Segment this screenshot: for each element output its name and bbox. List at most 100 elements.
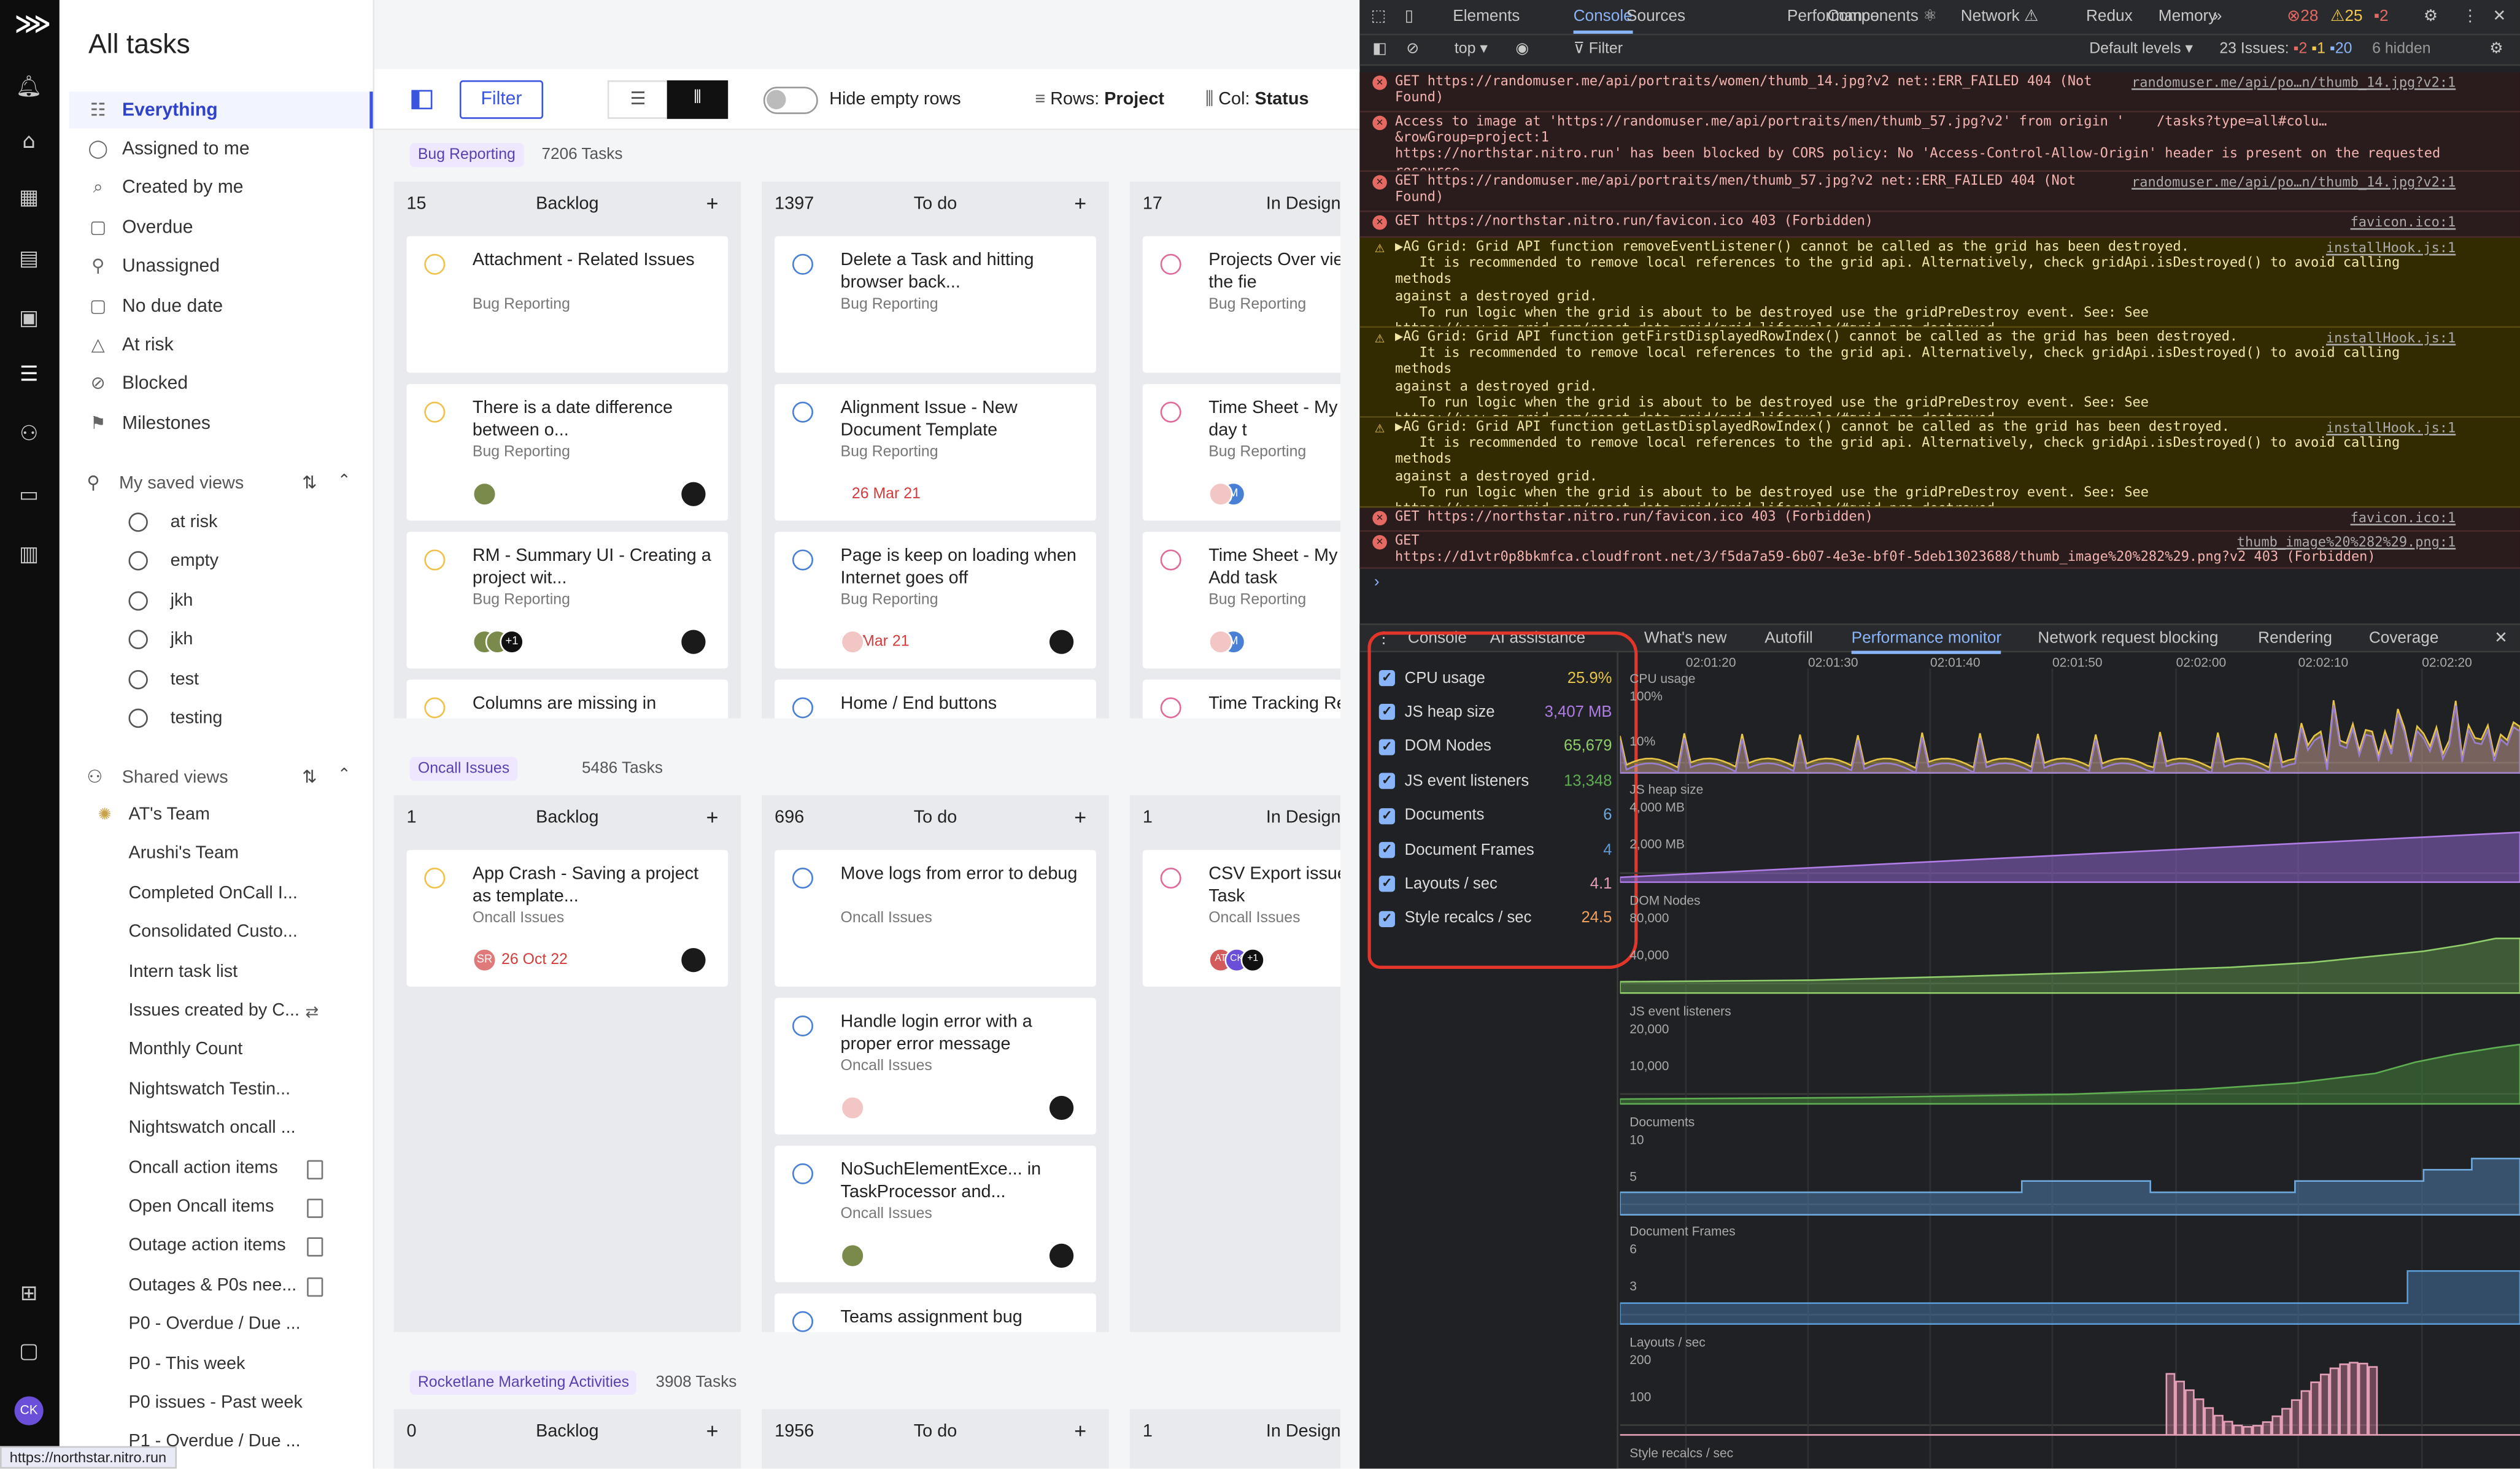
owner-avatar[interactable] bbox=[1049, 630, 1074, 654]
users-icon[interactable]: ⚇ bbox=[15, 421, 44, 450]
drawer-close-icon[interactable]: ✕ bbox=[2494, 630, 2508, 647]
task-card[interactable]: Delete a Task and hitting browser back..… bbox=[775, 236, 1096, 373]
status-circle-icon[interactable] bbox=[792, 868, 814, 889]
user-avatar[interactable]: CK bbox=[14, 1396, 44, 1425]
console-settings-icon[interactable]: ⚙ bbox=[2489, 40, 2503, 58]
task-card[interactable]: Time Sheet - My T Sheet - Add task Bug Re… bbox=[1142, 531, 1340, 669]
shared-view-item[interactable]: P0 issues - Past week bbox=[128, 1393, 305, 1412]
nav-item-overdue[interactable]: ▢ Overdue bbox=[69, 209, 373, 246]
nav-item-milestones[interactable]: ⚑ Milestones bbox=[69, 405, 373, 442]
shared-views-header[interactable]: ⚇ Shared views bbox=[87, 766, 228, 787]
rows-selector[interactable]: ≡ Rows: Project bbox=[1035, 90, 1164, 109]
assignee-avatar[interactable] bbox=[840, 630, 865, 654]
checkbox-icon[interactable]: ✓ bbox=[1378, 876, 1395, 893]
nav-item-at-risk[interactable]: △ At risk bbox=[69, 327, 373, 364]
chevron-up-icon[interactable]: ⌃ bbox=[338, 766, 351, 784]
assignee-avatar[interactable] bbox=[472, 482, 497, 506]
devtools-tab[interactable]: Elements bbox=[1453, 8, 1520, 26]
nav-item-created-by-me[interactable]: ⌕ Created by me bbox=[69, 170, 373, 207]
nav-item-assigned-to-me[interactable]: ◯ Assigned to me bbox=[69, 131, 373, 168]
task-card[interactable]: There is a date difference between o... B… bbox=[406, 384, 729, 521]
status-circle-icon[interactable] bbox=[424, 868, 446, 889]
shared-view-item[interactable]: P0 - This week bbox=[128, 1354, 305, 1373]
assignee-avatar[interactable] bbox=[840, 1243, 865, 1268]
log-source-link[interactable]: favicon.ico:1 bbox=[2351, 214, 2456, 230]
status-circle-icon[interactable] bbox=[792, 549, 814, 571]
metric-toggle[interactable]: ✓ CPU usage 25.9% bbox=[1378, 665, 1612, 691]
adjust-icon[interactable]: ⇅ bbox=[302, 472, 317, 493]
log-source-link[interactable]: installHook.js:1 bbox=[2326, 239, 2456, 256]
info-count[interactable]: ▪2 bbox=[2374, 8, 2389, 26]
levels-select[interactable]: Default levels ▾ bbox=[2089, 40, 2193, 58]
owner-avatar[interactable] bbox=[1049, 1243, 1074, 1268]
console-prompt[interactable]: › bbox=[1374, 574, 1380, 592]
task-card[interactable]: Attachment - Related Issues Bug Reporting bbox=[406, 236, 729, 373]
shared-view-item[interactable]: Oncall action items bbox=[128, 1158, 305, 1177]
saved-view-item[interactable]: testing bbox=[128, 708, 222, 728]
owner-avatar[interactable] bbox=[681, 630, 706, 654]
status-circle-icon[interactable] bbox=[1160, 549, 1181, 571]
close-icon[interactable]: ✕ bbox=[2492, 8, 2506, 26]
gift-icon[interactable]: ⊞ bbox=[15, 1281, 44, 1309]
group-label[interactable]: Rocketlane Marketing Activities bbox=[409, 1370, 638, 1395]
group-label[interactable]: Oncall Issues bbox=[409, 757, 518, 781]
board-view-icon[interactable]: ⦀ bbox=[667, 80, 729, 119]
bell-icon[interactable]: 🔔︎ bbox=[15, 74, 44, 102]
task-card[interactable]: Columns are missing in bbox=[406, 679, 729, 719]
shared-view-item[interactable]: Nightswatch Testin... bbox=[128, 1079, 305, 1098]
grid-icon[interactable]: ▦ bbox=[15, 185, 44, 214]
log-source-link[interactable]: favicon.ico:1 bbox=[2351, 509, 2456, 526]
eye-icon[interactable]: ◉ bbox=[1515, 40, 1529, 58]
report-icon[interactable]: ▥ bbox=[15, 541, 44, 570]
briefcase-icon[interactable]: ▭ bbox=[15, 482, 44, 511]
owner-avatar[interactable] bbox=[681, 482, 706, 506]
status-circle-icon[interactable] bbox=[792, 1015, 814, 1037]
metric-toggle[interactable]: ✓ DOM Nodes 65,679 bbox=[1378, 734, 1612, 760]
add-task-icon[interactable]: + bbox=[1074, 1419, 1086, 1443]
console-error[interactable]: ✕ GET https://d1vtr0p8bkmfca.cloudfront.n… bbox=[1359, 531, 2520, 569]
shared-view-item[interactable]: Open Oncall items bbox=[128, 1197, 305, 1216]
device-toolbar-icon[interactable]: ▯ bbox=[1405, 8, 1413, 26]
metric-toggle[interactable]: ✓ Style recalcs / sec 24.5 bbox=[1378, 906, 1612, 931]
shared-view-item[interactable]: Consolidated Custo... bbox=[128, 923, 305, 942]
shared-view-item[interactable]: Intern task list bbox=[128, 962, 305, 981]
console-error[interactable]: ✕ GET https://randomuser.me/api/portraits… bbox=[1359, 172, 2520, 212]
add-task-icon[interactable]: + bbox=[706, 191, 719, 215]
logo-icon[interactable]: ⋙ bbox=[15, 9, 52, 39]
task-card[interactable]: Projects Over view Page - For the fie Bug… bbox=[1142, 236, 1340, 373]
inspect-icon[interactable]: ⬚ bbox=[1371, 8, 1386, 26]
status-circle-icon[interactable] bbox=[792, 1163, 814, 1184]
add-task-icon[interactable]: + bbox=[1074, 805, 1086, 829]
status-circle-icon[interactable] bbox=[424, 549, 446, 571]
owner-avatar[interactable] bbox=[681, 947, 706, 973]
settings-icon[interactable]: ⚙ bbox=[2424, 8, 2438, 26]
status-circle-icon[interactable] bbox=[792, 253, 814, 275]
assignee-avatar[interactable]: +1 bbox=[1240, 947, 1265, 973]
log-source-link[interactable]: installHook.js:1 bbox=[2326, 330, 2456, 346]
status-circle-icon[interactable] bbox=[424, 401, 446, 423]
checkbox-icon[interactable]: ✓ bbox=[1378, 669, 1395, 687]
translate-icon[interactable]: ⇄ bbox=[306, 1004, 319, 1022]
drawer-tab[interactable]: Autofill bbox=[1764, 630, 1813, 647]
drawer-tab[interactable]: Coverage bbox=[2369, 630, 2439, 647]
shared-view-item[interactable]: Arushi's Team bbox=[128, 844, 305, 863]
shared-view-item[interactable]: P1 - Overdue / Due ... bbox=[128, 1432, 305, 1451]
more-icon[interactable]: ⋮ bbox=[2462, 8, 2478, 26]
shared-view-item[interactable]: Monthly Count bbox=[128, 1040, 305, 1059]
checkbox-icon[interactable]: ✓ bbox=[1378, 773, 1395, 790]
add-task-icon[interactable]: + bbox=[1074, 191, 1086, 215]
drawer-tab[interactable]: Network request blocking bbox=[2038, 630, 2218, 647]
status-circle-icon[interactable] bbox=[1160, 401, 1181, 423]
log-source-link[interactable]: thumb_image%20%282%29.png:1 bbox=[2237, 533, 2456, 550]
task-card[interactable]: Alignment Issue - New Document Template B… bbox=[775, 384, 1096, 521]
drawer-tab[interactable]: What's new bbox=[1644, 630, 1727, 647]
sidebar-icon[interactable]: ◧ bbox=[1372, 40, 1387, 58]
console-error[interactable]: ✕ GET https://northstar.nitro.run/favicon… bbox=[1359, 212, 2520, 238]
metric-toggle[interactable]: ✓ JS heap size 3,407 MB bbox=[1378, 700, 1612, 725]
status-circle-icon[interactable] bbox=[1160, 253, 1181, 275]
owner-avatar[interactable] bbox=[1049, 1095, 1074, 1120]
drawer-tab[interactable]: Rendering bbox=[2258, 630, 2332, 647]
task-card[interactable]: Teams assignment bug bbox=[775, 1293, 1096, 1332]
tasks-icon[interactable]: ☰ bbox=[15, 361, 44, 390]
group-label[interactable]: Bug Reporting bbox=[409, 143, 524, 168]
